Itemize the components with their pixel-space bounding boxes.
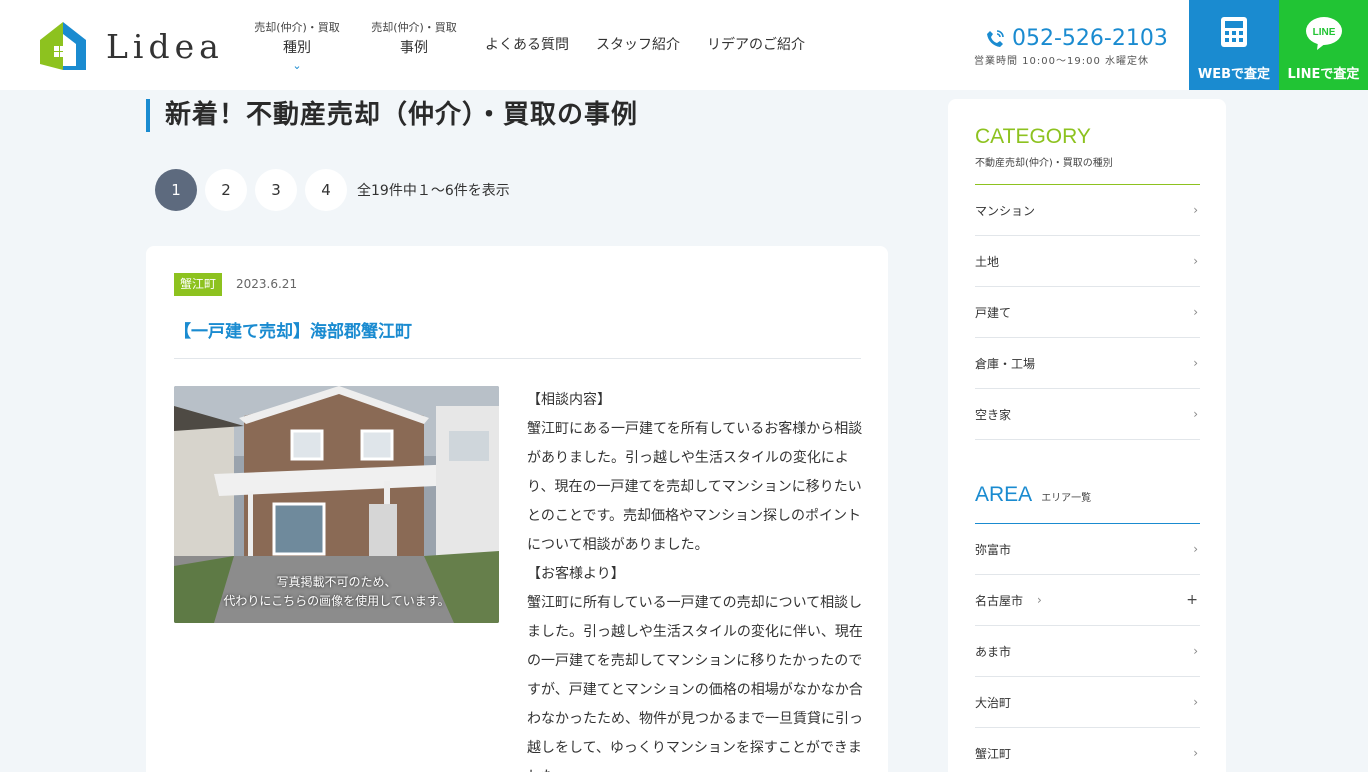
pager-info: 全19件中１～6件を表示 <box>357 183 510 199</box>
nav-item-faq[interactable]: よくある質問 <box>485 0 569 54</box>
category-item[interactable]: 土地 › <box>975 236 1200 287</box>
page-title-block: 新着！不動産売却（仲介）・買取の事例 <box>146 99 638 132</box>
nav-item-label: スタッフ紹介 <box>596 37 680 53</box>
main-nav: 売却(仲介)・買取 種別 ⌄ 売却(仲介)・買取 事例 よくある質問 スタッフ紹… <box>252 0 805 90</box>
nav-item-sub: 売却(仲介)・買取 <box>371 21 457 34</box>
chevron-right-icon: › <box>1037 593 1042 607</box>
area-label: 蟹江町 <box>975 746 1012 761</box>
category-title: CATEGORY <box>975 125 1091 148</box>
category-subtitle: 不動産売却(仲介)・買取の種別 <box>975 158 1113 169</box>
line-icon: LINE <box>1305 17 1342 50</box>
web-appraisal-button[interactable]: WEBで査定 <box>1189 0 1279 90</box>
nav-item-about[interactable]: リデアのご紹介 <box>707 0 805 54</box>
chevron-right-icon: › <box>1193 407 1198 421</box>
chevron-right-icon: › <box>1193 542 1198 556</box>
phone-number[interactable]: 052-526-2103 <box>984 26 1174 52</box>
nav-item-staff[interactable]: スタッフ紹介 <box>596 0 680 54</box>
chevron-right-icon: › <box>1193 746 1198 760</box>
category-item[interactable]: 倉庫・工場 › <box>975 338 1200 389</box>
area-item[interactable]: あま市 › <box>975 626 1200 677</box>
image-caption-line: 代わりにこちらの画像を使用しています。 <box>223 594 450 608</box>
area-item[interactable]: 蟹江町 › <box>975 728 1200 772</box>
area-item[interactable]: 名古屋市 › + <box>975 575 1200 626</box>
category-label: マンション <box>975 203 1036 218</box>
image-caption-line: 写真掲載不可のため、 <box>276 575 397 589</box>
area-tag[interactable]: 蟹江町 <box>174 273 223 296</box>
body-heading: 【相談内容】 <box>527 392 611 408</box>
area-list: 弥富市 › 名古屋市 › + あま市 › 大治町 › 蟹江町 › <box>975 524 1200 772</box>
logo[interactable]: Lidea <box>38 20 224 70</box>
chevron-right-icon: › <box>1193 203 1198 217</box>
body-heading: 【お客様より】 <box>527 566 625 582</box>
calculator-icon <box>1221 17 1247 47</box>
body-paragraph: 蟹江町に所有している一戸建ての売却について相談しました。引っ越しや生活スタイルの… <box>527 595 863 772</box>
logo-text: Lidea <box>106 26 224 66</box>
area-item[interactable]: 大治町 › <box>975 677 1200 728</box>
phone-block[interactable]: 052-526-2103 営業時間 10:00～19:00 水曜定休 <box>974 26 1174 67</box>
page-button-2[interactable]: 2 <box>205 169 247 211</box>
article-body: 【相談内容】 蟹江町にある一戸建てを所有しているお客様から相談がありました。引っ… <box>527 386 867 772</box>
area-subtitle: エリア一覧 <box>1041 493 1092 504</box>
body-paragraph: 蟹江町にある一戸建てを所有しているお客様から相談がありました。引っ越しや生活スタ… <box>527 421 863 553</box>
category-label: 倉庫・工場 <box>975 356 1036 371</box>
chevron-right-icon: › <box>1193 356 1198 370</box>
category-label: 空き家 <box>975 407 1012 422</box>
divider <box>174 358 861 359</box>
nav-item-label: 種別 <box>283 40 311 56</box>
area-label: 大治町 <box>975 695 1012 710</box>
nav-item-cases[interactable]: 売却(仲介)・買取 事例 <box>369 0 459 57</box>
area-heading: AREA エリア一覧 <box>975 483 1091 507</box>
phone-icon <box>987 30 1004 47</box>
chevron-right-icon: › <box>1193 644 1198 658</box>
web-appraisal-label: WEBで査定 <box>1197 67 1271 82</box>
article-title-link[interactable]: 【一戸建て売却】海部郡蟹江町 <box>174 317 412 342</box>
page-button-4[interactable]: 4 <box>305 169 347 211</box>
category-item[interactable]: 戸建て › <box>975 287 1200 338</box>
article-card: 蟹江町 2023.6.21 【一戸建て売却】海部郡蟹江町 写真掲載不可のため、 … <box>146 246 888 772</box>
category-label: 戸建て <box>975 305 1012 320</box>
chevron-right-icon: › <box>1193 254 1198 268</box>
nav-item-sub: 売却(仲介)・買取 <box>254 21 340 34</box>
category-list: マンション › 土地 › 戸建て › 倉庫・工場 › 空き家 › <box>975 185 1200 440</box>
expand-plus-icon[interactable]: + <box>1186 592 1198 608</box>
nav-item-label: 事例 <box>400 40 428 56</box>
line-appraisal-button[interactable]: LINE LINEで査定 <box>1279 0 1368 90</box>
sidebar: CATEGORY 不動産売却(仲介)・買取の種別 マンション › 土地 › 戸建て ›… <box>948 99 1226 772</box>
page-button-3[interactable]: 3 <box>255 169 297 211</box>
nav-item-type[interactable]: 売却(仲介)・買取 種別 ⌄ <box>252 0 342 71</box>
area-title: AREA <box>975 483 1033 506</box>
area-label: 名古屋市 <box>975 593 1024 608</box>
site-header: Lidea 売却(仲介)・買取 種別 ⌄ 売却(仲介)・買取 事例 よくある質問… <box>0 0 1368 90</box>
line-appraisal-label: LINEで査定 <box>1287 67 1360 82</box>
area-item[interactable]: 弥富市 › <box>975 524 1200 575</box>
nav-item-label: リデアのご紹介 <box>707 37 805 53</box>
chevron-right-icon: › <box>1193 305 1198 319</box>
chevron-right-icon: › <box>1193 695 1198 709</box>
category-item[interactable]: マンション › <box>975 185 1200 236</box>
nav-item-label: よくある質問 <box>485 37 569 53</box>
house-logo-icon <box>40 22 86 70</box>
page-title: 新着！不動産売却（仲介）・買取の事例 <box>165 100 639 130</box>
category-item[interactable]: 空き家 › <box>975 389 1200 440</box>
image-caption: 写真掲載不可のため、 代わりにこちらの画像を使用しています。 <box>174 573 499 611</box>
area-label: 弥富市 <box>975 542 1012 557</box>
category-label: 土地 <box>975 254 1000 269</box>
article-image[interactable]: 写真掲載不可のため、 代わりにこちらの画像を使用しています。 <box>174 386 499 623</box>
page-button-1[interactable]: 1 <box>155 169 197 211</box>
line-icon-text: LINE <box>1312 27 1335 38</box>
phone-text: 052-526-2103 <box>1012 26 1168 51</box>
business-hours: 営業時間 10:00～19:00 水曜定休 <box>974 56 1149 67</box>
chevron-down-icon: ⌄ <box>292 59 302 72</box>
article-date: 2023.6.21 <box>236 277 298 291</box>
area-item-left: 名古屋市 › <box>975 592 1044 609</box>
area-label: あま市 <box>975 644 1012 659</box>
pagination: 1 2 3 4 全19件中１～6件を表示 <box>155 169 510 211</box>
